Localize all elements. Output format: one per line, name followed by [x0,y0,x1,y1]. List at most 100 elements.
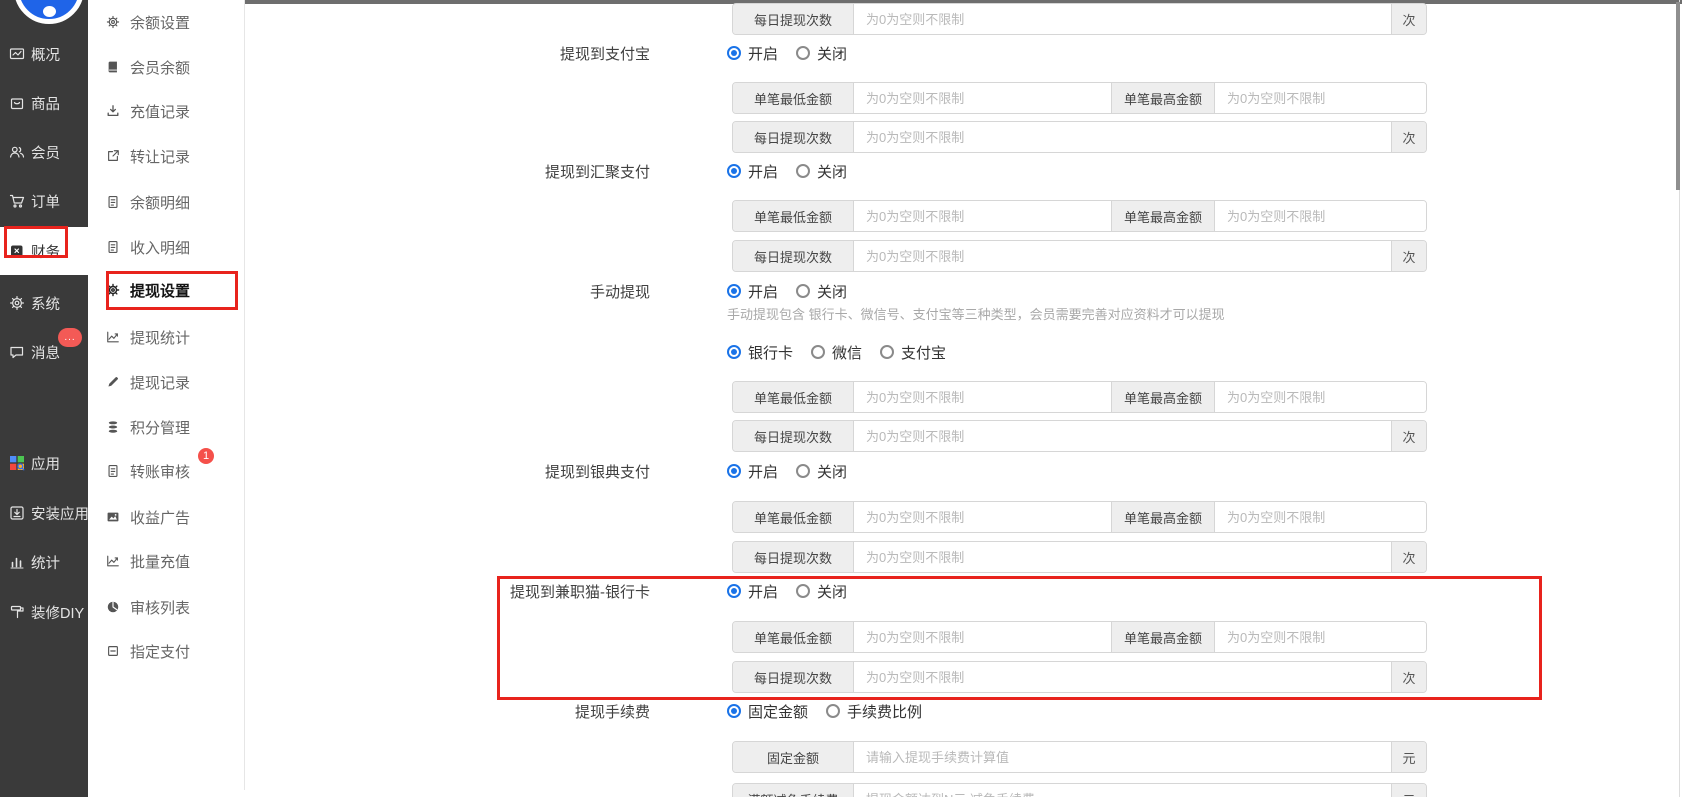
fixed-fee-input[interactable] [854,742,1391,772]
radio-on-icon[interactable] [727,704,741,718]
submenu-item-income-details[interactable]: 收入明细 [88,232,245,262]
input-addon-label: 单笔最低金额 [733,622,854,652]
gear-icon [9,295,25,311]
sidebar-item-members[interactable]: 会员 [0,129,88,175]
download-icon [105,104,120,119]
sidebar-item-apps[interactable]: 应用 [0,440,88,486]
cart-icon [9,193,25,209]
submenu-item-transfer-review[interactable]: 转账审核 [88,456,245,486]
sidebar-item-decorate-diy[interactable]: 装修DIY [0,589,88,635]
max-amount-input[interactable] [1215,502,1426,532]
radio-off-icon[interactable] [796,164,811,178]
min-amount-input[interactable] [854,622,1111,652]
form-row-yindian: 提现到银典支付 开启 关闭 [245,458,865,484]
daily-times-input[interactable] [854,662,1391,692]
radio-option-off[interactable]: 关闭 [796,281,847,302]
huiju-toggle: 开启 关闭 [727,161,865,182]
submenu-item-designated-payment[interactable]: 指定支付 [88,636,245,666]
input-addon-label: 单笔最高金额 [1111,201,1215,231]
radio-option-off[interactable]: 关闭 [796,581,847,602]
radio-off-icon[interactable] [796,284,811,298]
submenu-item-review-list[interactable]: 审核列表 [88,592,245,622]
radio-on-icon[interactable] [727,464,741,478]
submenu-item-recharge-records[interactable]: 充值记录 [88,96,245,126]
submenu-item-revenue-ads[interactable]: 收益广告 [88,502,245,532]
submenu-item-points-management[interactable]: 积分管理 [88,412,245,442]
radio-option-on[interactable]: 开启 [727,581,778,602]
daily-times-input[interactable] [854,122,1391,152]
radio-off-icon[interactable] [826,704,841,718]
sidebar-item-statistics[interactable]: 统计 [0,539,88,585]
submenu-item-label: 审核列表 [130,599,191,617]
submenu-item-transfer-records[interactable]: 转让记录 [88,141,245,171]
radio-off-icon[interactable] [811,345,826,359]
manual-type-radio-group: 银行卡 微信 支付宝 [727,339,964,365]
radio-on-icon[interactable] [727,164,741,178]
radio-option-off[interactable]: 关闭 [796,461,847,482]
daily-times-input[interactable] [854,542,1391,572]
submenu-item-label: 指定支付 [130,643,191,661]
radio-option-fee-ratio[interactable]: 手续费比例 [826,701,922,722]
sidebar-item-system[interactable]: 系统 [0,280,88,326]
daily-times-input[interactable] [854,241,1391,271]
sidebar-item-goods[interactable]: 商品 [0,80,88,126]
radio-off-icon[interactable] [796,584,811,598]
radio-off-icon[interactable] [796,464,811,478]
submenu-item-member-balance[interactable]: 会员余额 [88,52,245,82]
min-amount-input[interactable] [854,502,1111,532]
primary-sidebar: 概况 商品 会员 订单 财务 系统 消息 ... 应用 安装应用 统计 装修DI… [0,0,89,797]
radio-option-off[interactable]: 关闭 [796,43,847,64]
radio-option-on[interactable]: 开启 [727,43,778,64]
min-amount-input[interactable] [854,382,1111,412]
submenu-item-label: 会员余额 [130,59,191,77]
form-row-alipay: 提现到支付宝 开启 关闭 [245,40,865,66]
radio-option-alipay[interactable]: 支付宝 [880,342,946,363]
radio-on-icon[interactable] [727,284,741,298]
withdraw-settings-form: 每日提现次数 次 提现到支付宝 开启 关闭 单笔最低金额 单笔最高金额 每日提现… [245,0,1682,797]
sidebar-item-overview[interactable]: 概况 [0,31,88,77]
min-amount-input[interactable] [854,83,1111,113]
max-amount-input[interactable] [1215,201,1426,231]
unit-suffix: 次 [1391,662,1426,692]
submenu-item-balance-details[interactable]: 余额明细 [88,187,245,217]
store-avatar[interactable] [14,0,84,24]
radio-label: 开启 [748,283,779,301]
sidebar-item-orders[interactable]: 订单 [0,178,88,224]
form-row-fee: 提现手续费 固定金额 手续费比例 [245,698,940,724]
submenu-item-withdraw-settings[interactable]: 提现设置 [88,275,245,305]
radio-off-icon[interactable] [880,345,895,359]
sidebar-item-finance[interactable]: 财务 [0,228,88,274]
scrollbar-thumb[interactable] [1676,2,1680,190]
yindian-toggle: 开启 关闭 [727,461,865,482]
radio-on-icon[interactable] [727,584,741,598]
radio-option-off[interactable]: 关闭 [796,161,847,182]
field-label-huiju: 提现到汇聚支付 [544,163,650,181]
max-amount-input[interactable] [1215,622,1426,652]
radio-option-on[interactable]: 开启 [727,161,778,182]
radio-option-wechat[interactable]: 微信 [811,342,862,363]
submenu-item-batch-recharge[interactable]: 批量充值 [88,546,245,576]
fee-waiver-input[interactable] [854,784,1391,797]
radio-option-on[interactable]: 开启 [727,281,778,302]
max-amount-input[interactable] [1215,382,1426,412]
input-addon-label: 单笔最低金额 [733,83,854,113]
submenu-item-withdraw-statistics[interactable]: 提现统计 [88,322,245,352]
radio-option-fixed-amount[interactable]: 固定金额 [727,701,808,722]
radio-on-icon[interactable] [727,46,741,60]
radio-off-icon[interactable] [796,46,811,60]
sidebar-item-label: 装修DIY [31,605,85,622]
min-amount-input[interactable] [854,201,1111,231]
radio-on-icon[interactable] [727,345,741,359]
form-row-huiju: 提现到汇聚支付 开启 关闭 [245,158,865,184]
unit-suffix: 次 [1391,421,1426,451]
submenu-item-withdraw-records[interactable]: 提现记录 [88,367,245,397]
daily-times-input[interactable] [854,4,1391,34]
input-group-daily-times: 每日提现次数 次 [732,3,1427,35]
max-amount-input[interactable] [1215,83,1426,113]
unit-suffix: 次 [1391,542,1426,572]
daily-times-input[interactable] [854,421,1391,451]
submenu-item-balance-settings[interactable]: 余额设置 [88,7,245,37]
radio-option-bank-card[interactable]: 银行卡 [727,342,793,363]
sidebar-item-install-apps[interactable]: 安装应用 [0,490,89,536]
radio-option-on[interactable]: 开启 [727,461,778,482]
